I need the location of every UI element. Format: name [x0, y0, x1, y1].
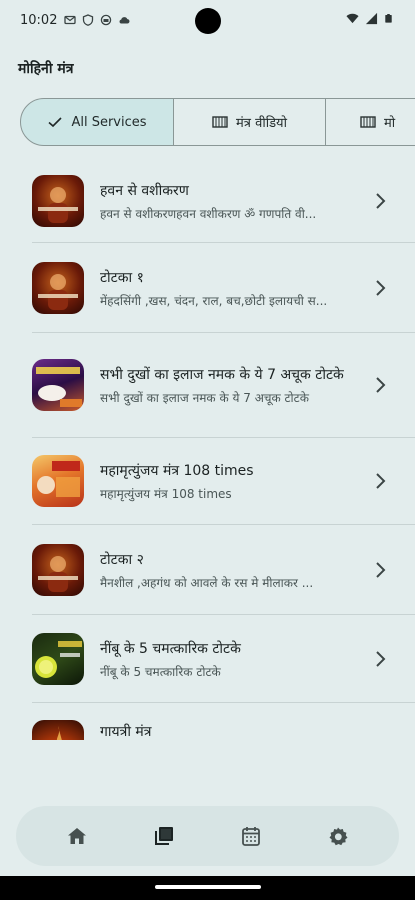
item-subtitle: नींबू के 5 चमत्कारिक टोटके — [100, 664, 221, 679]
item-thumbnail — [32, 359, 84, 411]
mail-icon — [64, 15, 77, 25]
item-thumbnail — [32, 544, 84, 596]
bottom-navigation — [16, 806, 399, 866]
gesture-handle[interactable] — [155, 885, 261, 889]
nav-calendar-button[interactable] — [221, 816, 281, 856]
list-item[interactable]: टोटका १ मेंहदसिंगी ,खस, चंदन, राल, बच,छो… — [32, 259, 415, 317]
list-item[interactable]: हवन से वशीकरण हवन से वशीकरणहवन वशीकरण ॐ … — [32, 172, 415, 230]
nav-home-button[interactable] — [47, 816, 107, 856]
status-time: 10:02 — [20, 12, 58, 28]
item-subtitle: महामृत्युंजय मंत्र 108 times — [100, 486, 232, 501]
item-title: टोटका २ — [100, 551, 144, 568]
chevron-right-icon — [376, 562, 386, 578]
library-icon — [155, 827, 174, 845]
item-title: महामृत्युंजय मंत्र 108 times — [100, 462, 254, 479]
item-subtitle: सभी दुखों का इलाज नमक के ये 7 अचूक टोटके — [100, 390, 309, 405]
tab-label: मो — [384, 116, 396, 131]
fire-image-icon — [56, 726, 62, 740]
lemon-image-icon — [35, 641, 82, 678]
deity-image-icon — [38, 274, 78, 310]
deity-image-icon — [38, 556, 78, 592]
page-title: मोहिनी मंत्र — [18, 61, 74, 77]
divider — [32, 437, 415, 438]
nav-settings-button[interactable] — [308, 816, 368, 856]
divider — [32, 332, 415, 333]
check-icon — [48, 117, 63, 128]
tab-label: मंत्र वीडियो — [236, 116, 287, 131]
calendar-icon — [241, 827, 260, 846]
tab-all-services[interactable]: All Services — [20, 98, 174, 146]
item-title: गायत्री मंत्र — [100, 724, 152, 740]
divider — [32, 242, 415, 243]
item-title: टोटका १ — [100, 269, 144, 286]
item-title: सभी दुखों का इलाज नमक के ये 7 अचूक टोटके — [100, 366, 344, 383]
item-title: नींबू के 5 चमत्कारिक टोटके — [100, 640, 241, 657]
service-tabs: All Services मंत्र वीडियो मो — [20, 98, 415, 148]
item-thumbnail — [32, 455, 84, 507]
divider — [32, 524, 415, 525]
signal-icon — [365, 12, 378, 25]
shield-icon — [83, 14, 94, 26]
list-item[interactable]: गायत्री मंत्र — [32, 720, 415, 740]
tab-mantra-video[interactable]: मंत्र वीडियो — [174, 98, 326, 146]
item-subtitle: मेंहदसिंगी ,खस, चंदन, राल, बच,छोटी इलायच… — [100, 293, 328, 308]
list-item[interactable]: सभी दुखों का इलाज नमक के ये 7 अचूक टोटके… — [32, 345, 415, 425]
divider — [32, 702, 415, 703]
chevron-right-icon — [376, 193, 386, 209]
item-thumbnail — [32, 633, 84, 685]
battery-icon — [385, 14, 392, 23]
tab-label: All Services — [71, 114, 147, 130]
wifi-icon — [346, 13, 359, 24]
tab-more[interactable]: मो — [326, 98, 415, 146]
nav-library-button[interactable] — [134, 816, 194, 856]
chevron-right-icon — [376, 280, 386, 296]
chevron-right-icon — [376, 651, 386, 667]
list-item[interactable]: नींबू के 5 चमत्कारिक टोटके नींबू के 5 चम… — [32, 630, 415, 688]
status-right-icons — [346, 12, 393, 25]
camera-cutout — [195, 8, 221, 34]
services-list: हवन से वशीकरण हवन से वशीकरणहवन वशीकरण ॐ … — [0, 155, 415, 740]
settings-icon — [329, 827, 348, 846]
salt-image-icon — [36, 367, 82, 407]
item-subtitle: हवन से वशीकरणहवन वशीकरण ॐ गणपति वी... — [100, 206, 317, 221]
film-icon — [360, 116, 376, 128]
mahamrityunjay-image-icon — [37, 461, 80, 497]
android-icon — [101, 14, 112, 26]
list-item[interactable]: टोटका २ मैनशील ,अहगंध को आवले के रस मे म… — [32, 541, 415, 599]
deity-image-icon — [38, 187, 78, 223]
cloud-icon — [120, 17, 130, 24]
item-thumbnail — [32, 720, 84, 740]
divider — [32, 614, 415, 615]
item-title: हवन से वशीकरण — [100, 182, 189, 199]
item-subtitle: मैनशील ,अहगंध को आवले के रस मे मीलाकर ..… — [100, 575, 314, 590]
chevron-right-icon — [376, 377, 386, 393]
chevron-right-icon — [376, 473, 386, 489]
item-thumbnail — [32, 175, 84, 227]
list-item[interactable]: महामृत्युंजय मंत्र 108 times महामृत्युंज… — [32, 452, 415, 510]
home-icon — [68, 828, 87, 844]
item-thumbnail — [32, 262, 84, 314]
film-icon — [212, 116, 228, 128]
